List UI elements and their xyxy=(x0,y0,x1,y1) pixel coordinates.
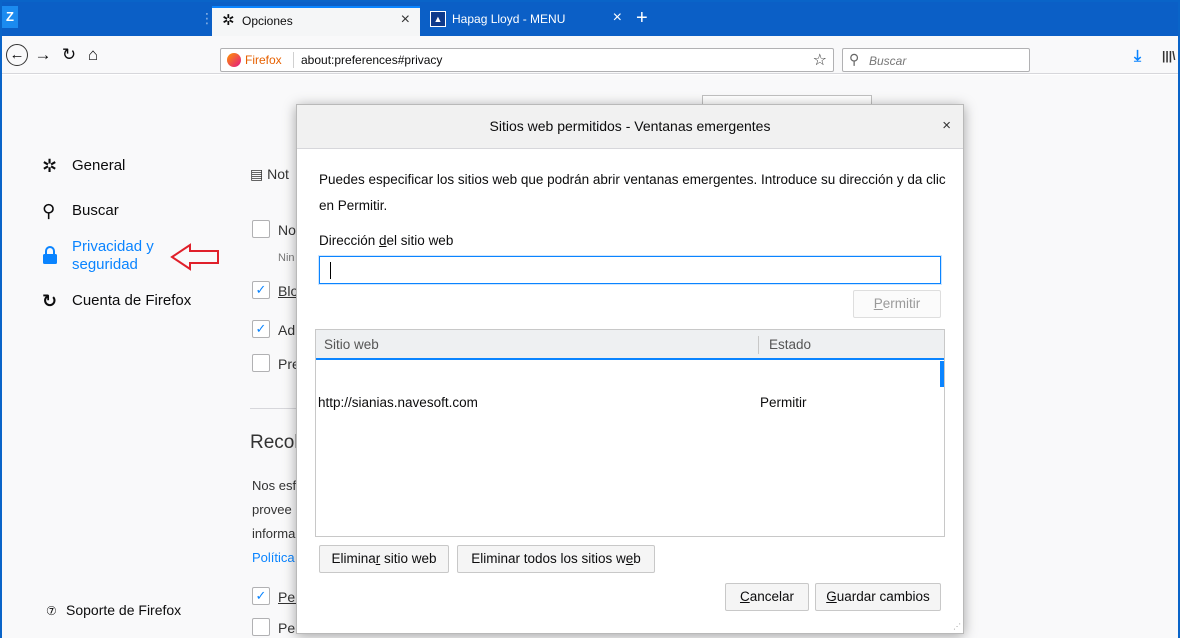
url-separator xyxy=(293,52,294,68)
bg-privacy-link[interactable]: Política xyxy=(252,550,295,565)
close-tab-icon[interactable]: × xyxy=(613,9,622,27)
forward-button[interactable]: → xyxy=(32,44,54,66)
bg-row-text: Ad xyxy=(278,322,296,338)
column-header-site[interactable]: Sitio web xyxy=(324,337,379,352)
tab-hapag-lloyd[interactable]: ▲ Hapag Lloyd - MENU × xyxy=(422,6,632,36)
sidebar-item-privacidad[interactable]: Privacidad y seguridad xyxy=(42,238,168,274)
sites-table: Sitio web Estado http://sianias.navesoft… xyxy=(315,329,945,537)
back-button[interactable]: ← xyxy=(6,44,28,66)
url-text[interactable]: about:preferences#privacy xyxy=(301,53,442,67)
close-icon[interactable]: × xyxy=(942,117,951,134)
dialog-titlebar: Sitios web permitidos - Ventanas emergen… xyxy=(297,105,963,149)
text-caret xyxy=(330,262,331,279)
support-label: Soporte de Firefox xyxy=(66,602,182,618)
red-arrow-annotation xyxy=(170,243,219,271)
gear-icon: ✲ xyxy=(42,156,58,176)
bg-row-subtext: Nin xyxy=(278,252,295,264)
library-icon[interactable]: |||\ xyxy=(1162,49,1175,63)
bg-para-line: informa xyxy=(252,526,296,541)
search-bar[interactable]: ⚲ Buscar xyxy=(842,48,1030,72)
bg-para-line: provee xyxy=(252,502,292,517)
sidebar-item-general[interactable]: ✲ General xyxy=(42,157,125,175)
app-badge[interactable]: Z xyxy=(2,6,18,28)
bg-checkbox-checked[interactable]: ✓ xyxy=(252,587,270,605)
browser-window: Z ⋮ ✲ Opciones × ▲ Hapag Lloyd - MENU × … xyxy=(0,0,1180,638)
bg-section-heading: Recol xyxy=(250,432,299,453)
bg-notifications: ▤ Not xyxy=(250,166,289,182)
close-tab-icon[interactable]: × xyxy=(401,11,410,29)
firefox-icon xyxy=(227,53,241,67)
search-placeholder: Buscar xyxy=(869,54,907,68)
resize-grip-icon[interactable]: ⋰ xyxy=(953,622,961,631)
column-header-status[interactable]: Estado xyxy=(769,337,811,352)
help-icon: ⑦ xyxy=(46,604,57,618)
tab-title: Opciones xyxy=(242,14,293,28)
message-icon: ▤ xyxy=(250,166,268,182)
column-separator[interactable] xyxy=(758,336,759,354)
sidebar-item-label: Cuenta de Firefox xyxy=(72,292,192,309)
download-icon[interactable]: ⤓ xyxy=(1134,48,1141,66)
bg-checkbox[interactable] xyxy=(252,354,270,372)
save-changes-button[interactable]: Guardar cambios xyxy=(815,583,941,611)
bg-row-text: No xyxy=(278,222,296,238)
search-icon: ⚲ xyxy=(42,201,56,221)
sidebar-item-buscar[interactable]: ⚲ Buscar xyxy=(42,202,119,220)
bg-checkbox[interactable] xyxy=(252,220,270,238)
permit-button[interactable]: Permitir xyxy=(853,290,941,318)
home-button[interactable]: ⌂ xyxy=(82,44,104,66)
bg-divider xyxy=(250,408,296,409)
table-header: Sitio web Estado xyxy=(316,330,944,360)
table-row[interactable]: http://sianias.navesoft.com Permitir xyxy=(316,388,936,416)
new-tab-button[interactable]: + xyxy=(636,8,648,28)
url-identity-label: Firefox xyxy=(245,53,282,67)
scrollbar[interactable] xyxy=(940,361,944,387)
cancel-button[interactable]: Cancelar xyxy=(725,583,809,611)
dialog-title: Sitios web permitidos - Ventanas emergen… xyxy=(489,118,771,134)
lock-icon xyxy=(42,246,64,267)
sidebar-item-cuenta[interactable]: ↻ Cuenta de Firefox xyxy=(42,292,191,310)
sidebar-support-link[interactable]: ⑦ Soporte de Firefox xyxy=(46,602,181,618)
address-label: Dirección del sitio web xyxy=(319,233,454,248)
tab-title: Hapag Lloyd - MENU xyxy=(452,12,566,26)
url-bar[interactable]: Firefox about:preferences#privacy ☆ xyxy=(220,48,834,72)
bg-checkbox-checked[interactable]: ✓ xyxy=(252,281,270,299)
site-cell: http://sianias.navesoft.com xyxy=(318,395,478,410)
reload-button[interactable]: ↻ xyxy=(58,44,80,66)
remove-site-button[interactable]: Eliminar sitio web xyxy=(319,545,449,573)
bg-para-line: Nos esf xyxy=(252,478,297,493)
dialog-description: Puedes especificar los sitios web que po… xyxy=(319,172,946,213)
permissions-dialog: Sitios web permitidos - Ventanas emergen… xyxy=(296,104,964,634)
status-cell: Permitir xyxy=(760,395,807,410)
gear-icon: ✲ xyxy=(222,12,235,29)
bg-checkbox[interactable] xyxy=(252,618,270,636)
bg-checkbox-checked[interactable]: ✓ xyxy=(252,320,270,338)
search-icon: ⚲ xyxy=(849,51,860,67)
website-address-input[interactable] xyxy=(319,256,941,284)
navigation-toolbar: ← → ↻ ⌂ Firefox about:preferences#privac… xyxy=(2,36,1178,74)
sidebar-item-label: Buscar xyxy=(72,202,119,219)
sidebar-item-label: General xyxy=(72,157,126,174)
hapag-lloyd-favicon: ▲ xyxy=(430,11,446,27)
tab-opciones[interactable]: ✲ Opciones × xyxy=(212,6,420,36)
bookmark-star-icon[interactable]: ☆ xyxy=(813,50,827,70)
remove-all-sites-button[interactable]: Eliminar todos los sitios web xyxy=(457,545,655,573)
sidebar-item-label: Privacidad y seguridad xyxy=(72,238,154,273)
sync-icon: ↻ xyxy=(42,291,58,311)
tab-bar: Z ⋮ ✲ Opciones × ▲ Hapag Lloyd - MENU × … xyxy=(2,2,1178,36)
